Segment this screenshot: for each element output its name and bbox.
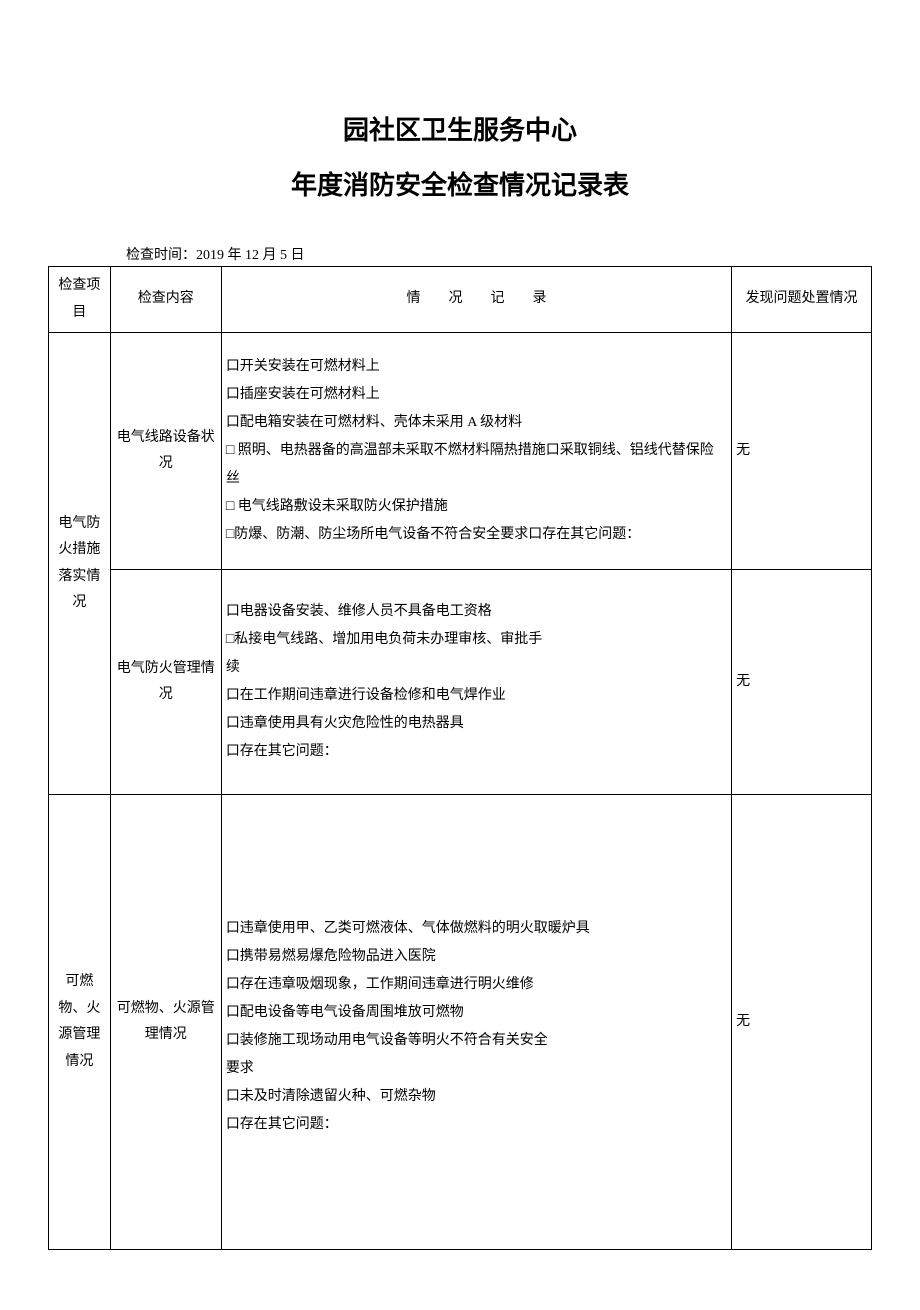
table-header-row: 检查项目 检查内容 情 况 记 录 发现问题处置情况: [49, 267, 872, 333]
row3-content: 可燃物、火源管理情况: [110, 795, 221, 1250]
header-record-c4: 录: [532, 286, 546, 313]
checkbox-item: 要求: [226, 1055, 725, 1083]
inspection-table: 检查项目 检查内容 情 况 记 录 发现问题处置情况 电气防火措施落实情况 电气…: [48, 266, 872, 1250]
category-electrical: 电气防火措施落实情况: [49, 333, 111, 795]
checkbox-item: 续: [226, 654, 725, 682]
category-combustible: 可燃物、火源管理情况: [49, 795, 111, 1250]
checkbox-item: □防爆、防潮、防尘场所电气设备不符合安全要求口存在其它问题：: [226, 521, 725, 549]
header-action: 发现问题处置情况: [732, 267, 872, 333]
checkbox-item: 口电器设备安装、维修人员不具备电工资格: [226, 598, 725, 626]
page-title-1: 园社区卫生服务中心: [48, 110, 872, 147]
inspection-date-label: 检查时间：: [126, 248, 196, 263]
checkbox-item: 口开关安装在可燃材料上: [226, 353, 725, 381]
inspection-date: 检查时间：2019 年 12 月 5 日: [126, 244, 872, 264]
row1-action: 无: [732, 333, 872, 570]
checkbox-item: 口插座安装在可燃材料上: [226, 381, 725, 409]
checkbox-item: 口在工作期间违章进行设备检修和电气焊作业: [226, 682, 725, 710]
checkbox-item: 口存在其它问题：: [226, 738, 725, 766]
row2-content: 电气防火管理情况: [110, 570, 221, 795]
row3-action: 无: [732, 795, 872, 1250]
table-row: 电气防火措施落实情况 电气线路设备状况 口开关安装在可燃材料上 口插座安装在可燃…: [49, 333, 872, 570]
row1-record: 口开关安装在可燃材料上 口插座安装在可燃材料上 口配电箱安装在可燃材料、壳体未采…: [221, 333, 731, 570]
inspection-date-value: 2019 年 12 月 5 日: [196, 248, 305, 263]
header-record-c3: 记: [490, 286, 504, 313]
header-category: 检查项目: [49, 267, 111, 333]
header-record-c2: 况: [448, 286, 462, 313]
row1-content: 电气线路设备状况: [110, 333, 221, 570]
checkbox-item: 口存在其它问题：: [226, 1111, 725, 1139]
row2-action: 无: [732, 570, 872, 795]
page-title-2: 年度消防安全检查情况记录表: [48, 165, 872, 202]
table-row: 电气防火管理情况 口电器设备安装、维修人员不具备电工资格 □私接电气线路、增加用…: [49, 570, 872, 795]
row3-record: 口违章使用甲、乙类可燃液体、气体做燃料的明火取暖炉具 口携带易燃易爆危险物品进入…: [221, 795, 731, 1250]
header-record-c1: 情: [406, 286, 420, 313]
checkbox-item: 口配电设备等电气设备周围堆放可燃物: [226, 999, 725, 1027]
checkbox-item: 口存在违章吸烟现象，工作期间违章进行明火维修: [226, 971, 725, 999]
checkbox-item: 口违章使用具有火灾危险性的电热器具: [226, 710, 725, 738]
checkbox-item: □ 电气线路敷设未采取防火保护措施: [226, 493, 725, 521]
checkbox-item: 口配电箱安装在可燃材料、壳体未采用 A 级材料: [226, 409, 725, 437]
checkbox-item: □私接电气线路、增加用电负荷未办理审核、审批手: [226, 626, 725, 654]
header-record: 情 况 记 录: [221, 267, 731, 333]
checkbox-item: □ 照明、电热器备的高温部未采取不燃材料隔热措施口采取铜线、铝线代替保险丝: [226, 437, 725, 493]
header-content: 检查内容: [110, 267, 221, 333]
checkbox-item: 口违章使用甲、乙类可燃液体、气体做燃料的明火取暖炉具: [226, 915, 725, 943]
table-row: 可燃物、火源管理情况 可燃物、火源管理情况 口违章使用甲、乙类可燃液体、气体做燃…: [49, 795, 872, 1250]
checkbox-item: 口携带易燃易爆危险物品进入医院: [226, 943, 725, 971]
checkbox-item: 口未及时清除遗留火种、可燃杂物: [226, 1083, 725, 1111]
checkbox-item: 口装修施工现场动用电气设备等明火不符合有关安全: [226, 1027, 725, 1055]
row2-record: 口电器设备安装、维修人员不具备电工资格 □私接电气线路、增加用电负荷未办理审核、…: [221, 570, 731, 795]
